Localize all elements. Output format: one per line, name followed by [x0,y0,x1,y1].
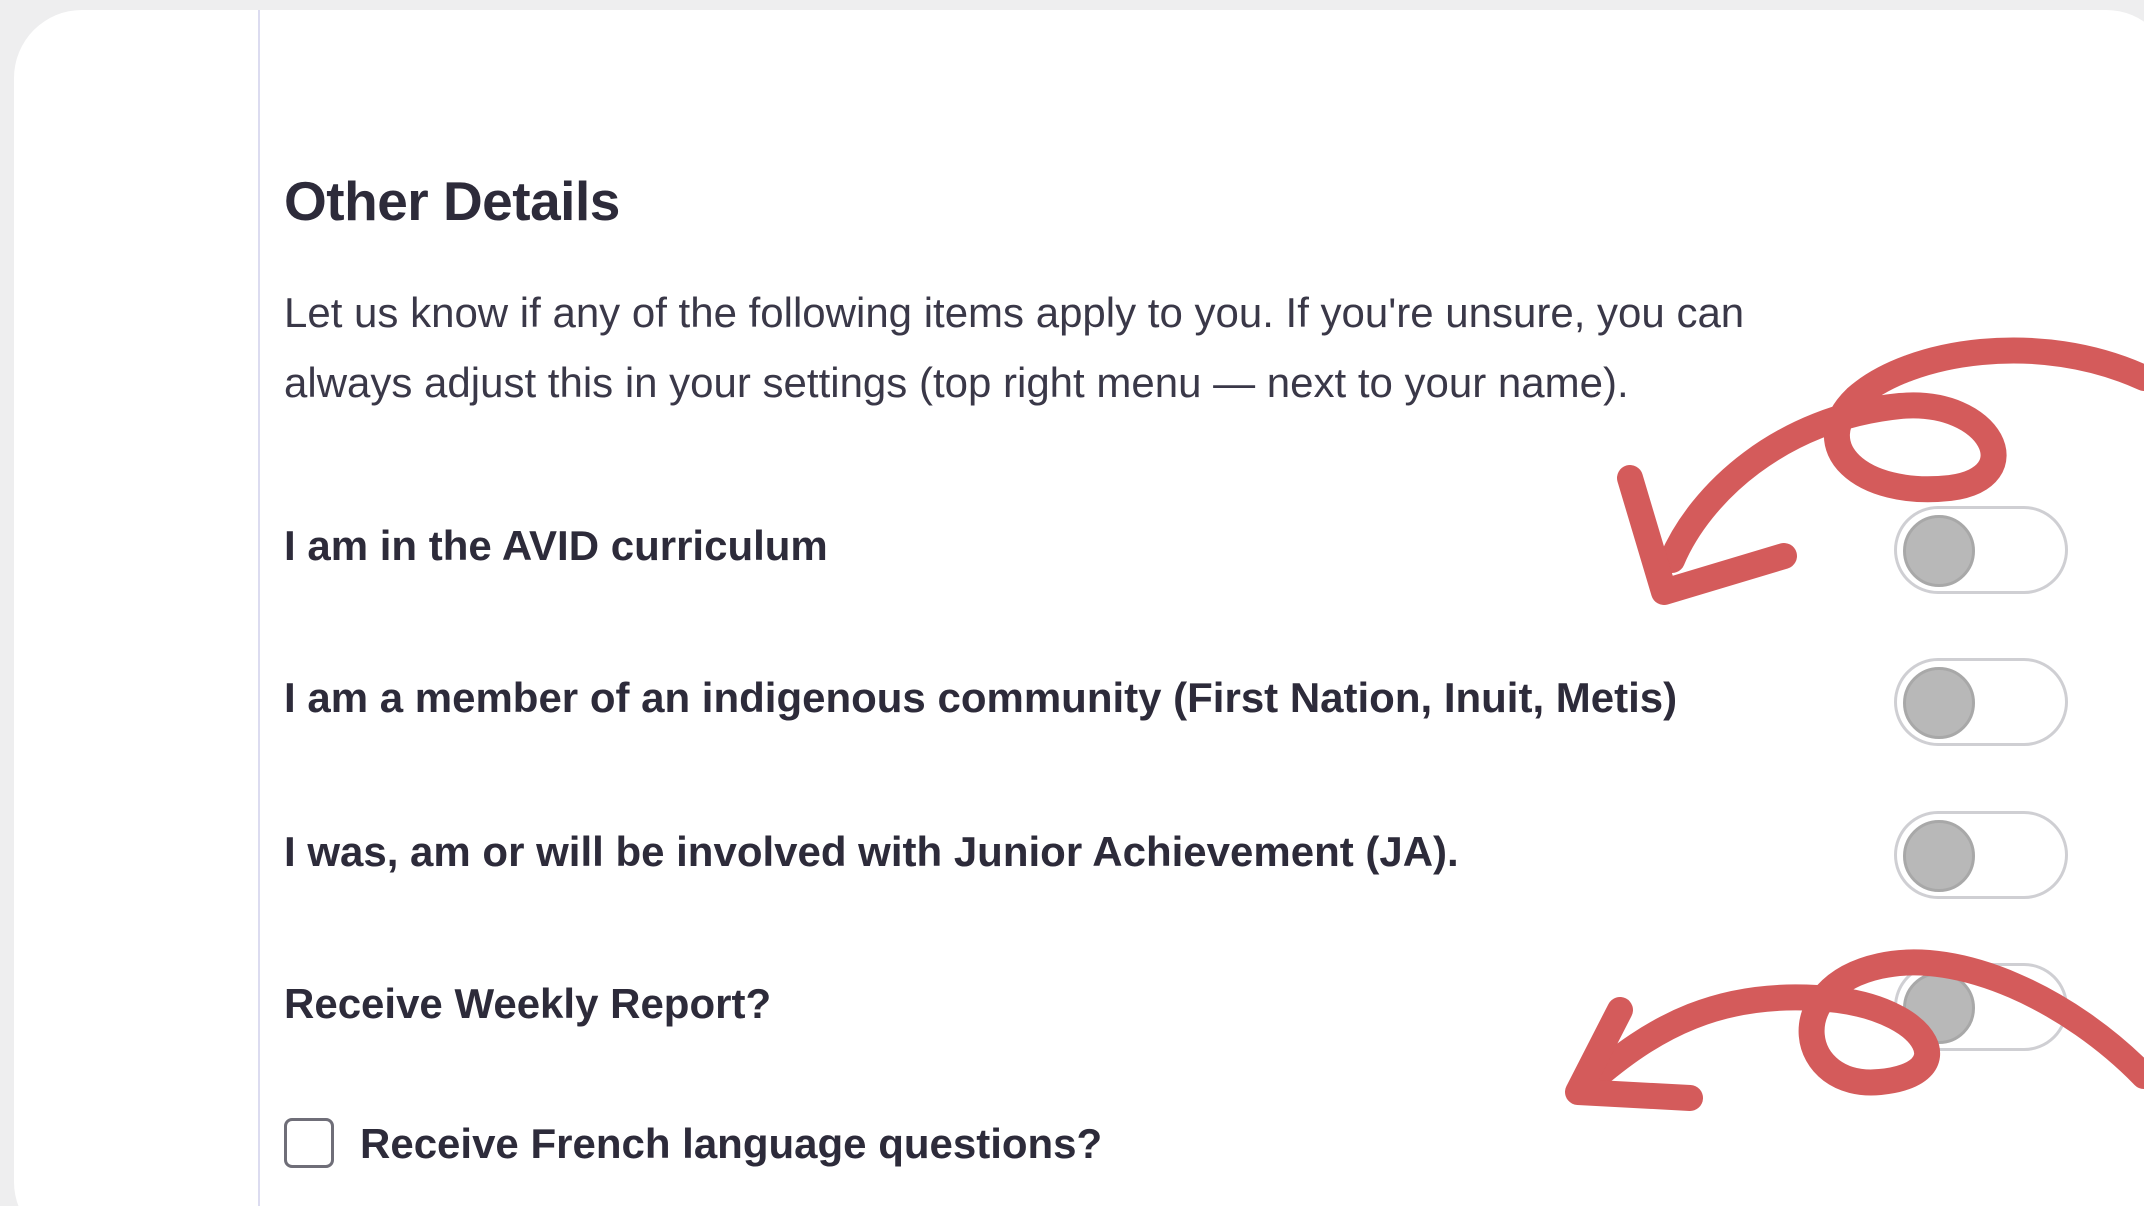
sidebar-divider [258,10,260,1206]
toggle-knob [1903,667,1975,739]
avid-curriculum-toggle[interactable] [1894,506,2068,594]
toggle-knob [1903,972,1975,1044]
toggle-knob [1903,515,1975,587]
weekly-report-toggle[interactable] [1894,963,2068,1051]
junior-achievement-label: I was, am or will be involved with Junio… [284,828,1459,875]
weekly-report-label: Receive Weekly Report? [284,980,772,1027]
indigenous-community-label: I am a member of an indigenous community… [284,674,1678,721]
toggle-knob [1903,820,1975,892]
section-description: Let us know if any of the following item… [284,278,1984,418]
french-questions-checkbox[interactable] [284,1118,334,1168]
indigenous-community-toggle[interactable] [1894,658,2068,746]
section-description-line-2: always adjust this in your settings (top… [284,359,1629,406]
french-questions-label: Receive French language questions? [360,1120,1103,1167]
section-description-line-1: Let us know if any of the following item… [284,289,1745,336]
section-title: Other Details [284,170,620,232]
junior-achievement-toggle[interactable] [1894,811,2068,899]
avid-curriculum-label: I am in the AVID curriculum [284,522,828,569]
